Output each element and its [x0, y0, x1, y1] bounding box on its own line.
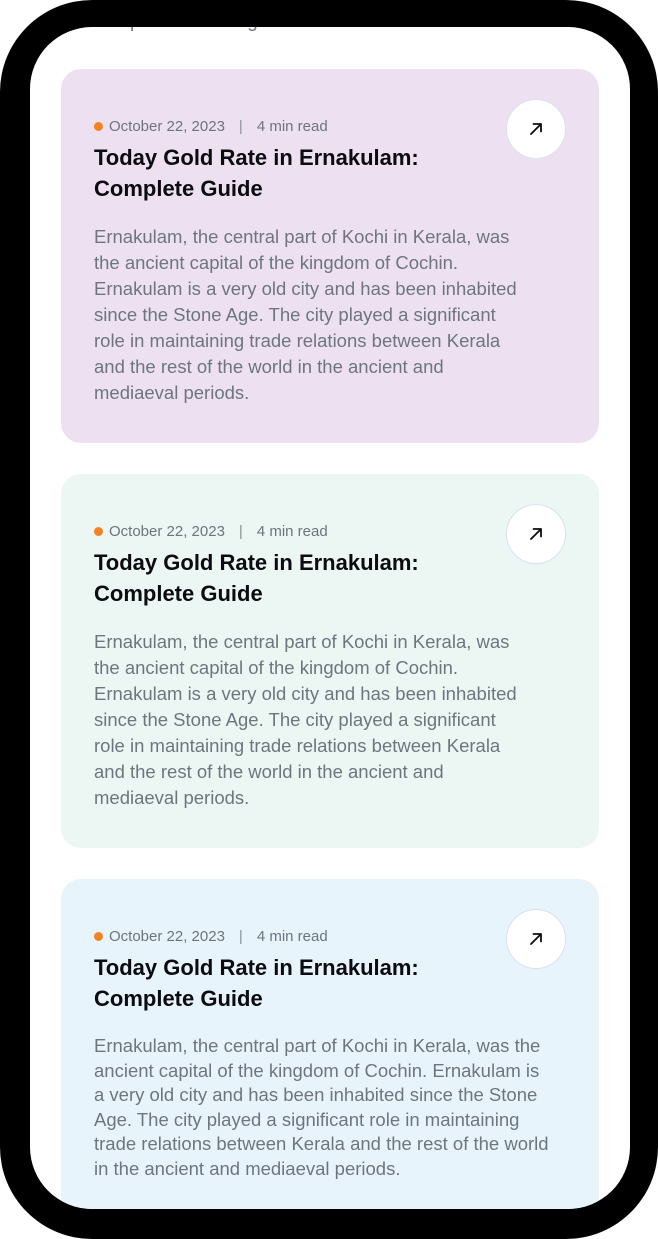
- open-article-button[interactable]: [506, 909, 566, 969]
- article-card[interactable]: October 22, 2023 | 4 min read Today Gold…: [61, 879, 599, 1209]
- arrow-up-right-icon: [528, 121, 544, 137]
- article-title[interactable]: Today Gold Rate in Ernakulam: Complete G…: [94, 547, 474, 609]
- article-list[interactable]: ncient capital of the kingdom of Cochin.…: [30, 27, 630, 1209]
- status-dot-icon: [94, 931, 103, 941]
- device-frame: ncient capital of the kingdom of Cochin.…: [0, 0, 658, 1239]
- arrow-up-right-icon: [528, 931, 544, 947]
- open-article-button[interactable]: [506, 504, 566, 564]
- article-description: Ernakulam, the central part of Kochi in …: [94, 631, 517, 808]
- read-time: 4 min read: [256, 522, 328, 540]
- read-time: 4 min read: [256, 927, 328, 945]
- article-meta: October 22, 2023 | 4 min read: [94, 926, 328, 946]
- read-time: 4 min read: [256, 117, 328, 135]
- article-meta: October 22, 2023 | 4 min read: [94, 521, 328, 541]
- previous-card-text: ncient capital of the kingdom of Cochin.: [54, 27, 386, 35]
- device-screen: ncient capital of the kingdom of Cochin.…: [30, 27, 630, 1209]
- arrow-up-right-icon: [528, 526, 544, 542]
- article-date: October 22, 2023: [109, 927, 225, 945]
- article-description: Ernakulam, the central part of Kochi in …: [94, 226, 517, 403]
- article-date: October 22, 2023: [109, 117, 225, 135]
- article-card[interactable]: October 22, 2023 | 4 min read Today Gold…: [61, 69, 599, 443]
- meta-separator: |: [238, 522, 243, 540]
- article-title[interactable]: Today Gold Rate in Ernakulam: Complete G…: [94, 952, 474, 1014]
- meta-separator: |: [238, 117, 243, 135]
- status-dot-icon: [94, 526, 103, 536]
- status-dot-icon: [94, 121, 103, 131]
- article-title[interactable]: Today Gold Rate in Ernakulam: Complete G…: [94, 142, 474, 204]
- article-date: October 22, 2023: [109, 522, 225, 540]
- meta-separator: |: [238, 927, 243, 945]
- open-article-button[interactable]: [506, 99, 566, 159]
- article-description: Ernakulam, the central part of Kochi in …: [94, 1035, 549, 1179]
- article-meta: October 22, 2023 | 4 min read: [94, 116, 328, 136]
- article-card[interactable]: October 22, 2023 | 4 min read Today Gold…: [61, 474, 599, 848]
